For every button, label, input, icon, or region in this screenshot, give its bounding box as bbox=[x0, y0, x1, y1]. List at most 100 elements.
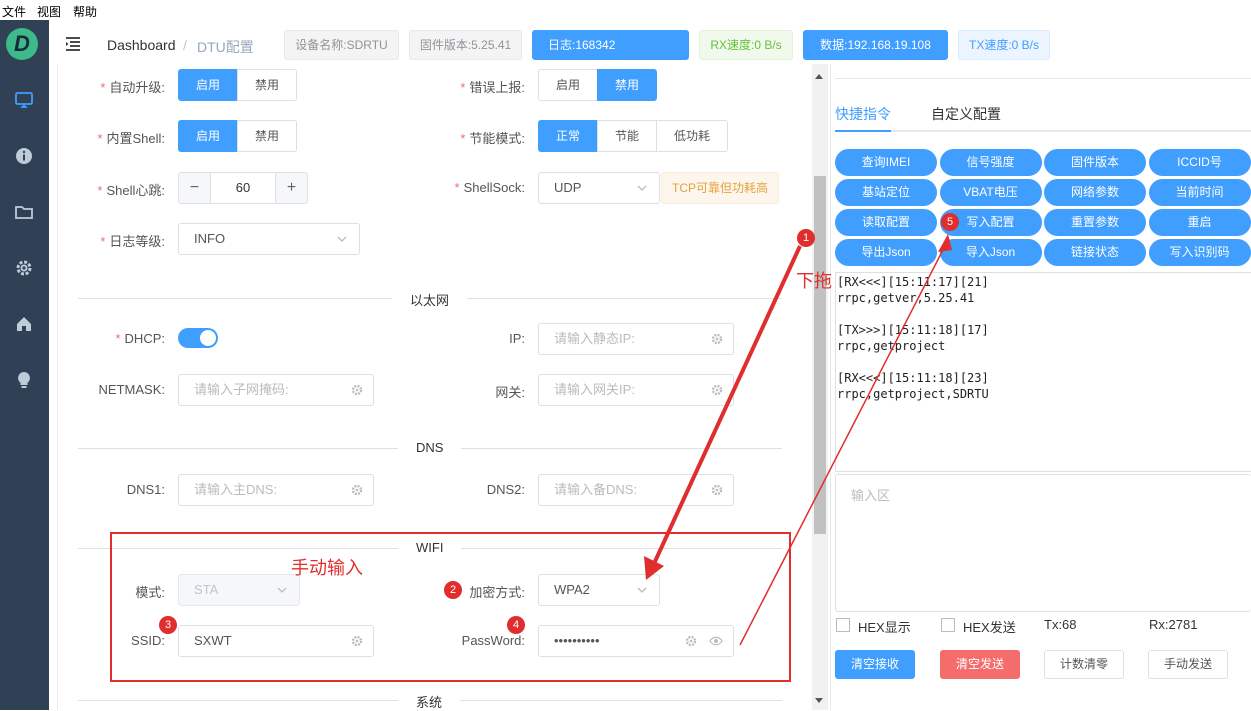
quick-command-button[interactable]: 写入识别码 bbox=[1148, 239, 1251, 266]
quick-command-button[interactable]: 查询IMEI bbox=[835, 149, 937, 176]
device-name-tag: 设备名称:SDRTU bbox=[284, 30, 399, 60]
shell-sock-label-text: ShellSock: bbox=[463, 180, 525, 195]
content-left-border bbox=[57, 64, 58, 710]
quick-command-button[interactable]: 信号强度 bbox=[939, 149, 1042, 176]
dns2-label: DNS2: bbox=[486, 482, 525, 497]
gateway-input[interactable]: 请输入网关IP: bbox=[538, 374, 734, 406]
menu-file[interactable]: 文件 bbox=[2, 3, 26, 20]
auto-upgrade-label-text: 自动升级: bbox=[109, 80, 165, 95]
wifi-highlight-box bbox=[110, 532, 791, 682]
log-level-label-text: 日志等级: bbox=[109, 234, 165, 249]
power-mode-low[interactable]: 低功耗 bbox=[656, 120, 729, 152]
auto-upgrade-disable[interactable]: 禁用 bbox=[237, 69, 298, 101]
data-address-tag: 数据:192.168.19.108 bbox=[803, 30, 948, 60]
quick-command-button[interactable]: 重置参数 bbox=[1044, 209, 1146, 236]
menu-toggle-icon[interactable] bbox=[64, 35, 82, 53]
netmask-input[interactable]: 请输入子网掩码: bbox=[178, 374, 374, 406]
reset-count-button[interactable]: 计数清零 bbox=[1044, 650, 1124, 679]
builtin-shell-enable[interactable]: 启用 bbox=[178, 120, 239, 152]
shell-heartbeat-label: * Shell心跳: bbox=[97, 183, 165, 198]
breadcrumb-home[interactable]: Dashboard bbox=[107, 37, 176, 53]
quick-command-button[interactable]: 导入Json bbox=[939, 239, 1042, 266]
ip-label: IP: bbox=[509, 331, 525, 346]
power-mode-normal[interactable]: 正常 bbox=[538, 120, 599, 152]
scrollbar-thumb[interactable] bbox=[814, 176, 826, 534]
gear-icon bbox=[711, 384, 723, 396]
tx-speed-tag: TX速度:0 B/s bbox=[958, 30, 1050, 60]
stepper-minus-button[interactable]: − bbox=[179, 173, 211, 203]
arrow-to-encryption bbox=[650, 245, 802, 569]
clear-receive-button[interactable]: 清空接收 bbox=[835, 650, 915, 679]
dns1-input[interactable]: 请输入主DNS: bbox=[178, 474, 374, 506]
step-badge-4: 4 bbox=[507, 616, 525, 634]
hex-send-checkbox[interactable] bbox=[941, 618, 955, 632]
breadcrumb-separator: / bbox=[183, 37, 187, 53]
dns1-placeholder: 请输入主DNS: bbox=[194, 482, 278, 497]
hex-show-label: HEX显示 bbox=[858, 620, 911, 635]
folder-icon[interactable] bbox=[14, 202, 34, 222]
tab-quick-commands[interactable]: 快捷指令 bbox=[835, 104, 891, 124]
quick-command-button[interactable]: 基站定位 bbox=[835, 179, 937, 206]
quick-command-button[interactable]: 链接状态 bbox=[1044, 239, 1146, 266]
shell-sock-label: * ShellSock: bbox=[454, 180, 525, 195]
quick-command-button[interactable]: 导出Json bbox=[835, 239, 937, 266]
menu-help[interactable]: 帮助 bbox=[73, 3, 97, 20]
manual-send-button[interactable]: 手动发送 bbox=[1148, 650, 1228, 679]
quick-command-button[interactable]: ICCID号 bbox=[1148, 149, 1251, 176]
quick-command-button[interactable]: 重启 bbox=[1148, 209, 1251, 236]
chevron-down-icon bbox=[337, 236, 347, 242]
builtin-shell-label: * 内置Shell: bbox=[97, 131, 165, 146]
ip-input[interactable]: 请输入静态IP: bbox=[538, 323, 734, 355]
log-level-value: INFO bbox=[194, 231, 226, 246]
menu-view[interactable]: 视图 bbox=[37, 3, 61, 20]
rx-count: Rx:2781 bbox=[1149, 617, 1198, 632]
home-icon[interactable] bbox=[14, 314, 34, 334]
tab-custom-config[interactable]: 自定义配置 bbox=[931, 104, 1001, 124]
hex-show-checkbox[interactable] bbox=[836, 618, 850, 632]
gear-icon bbox=[711, 484, 723, 496]
annotation-drag-down: 下拖 bbox=[796, 271, 832, 291]
step-badge-3: 3 bbox=[159, 616, 177, 634]
error-report-enable[interactable]: 启用 bbox=[538, 69, 599, 101]
log-tag-label: 日志:168342 bbox=[548, 38, 616, 52]
builtin-shell-radio: 启用 禁用 bbox=[178, 120, 298, 152]
dhcp-switch-knob bbox=[200, 330, 216, 346]
dhcp-label: * DHCP: bbox=[115, 331, 165, 346]
monitor-icon[interactable] bbox=[14, 90, 34, 110]
quick-command-button[interactable]: 读取配置 bbox=[835, 209, 937, 236]
quick-command-button[interactable]: 网络参数 bbox=[1044, 179, 1146, 206]
bulb-icon[interactable] bbox=[14, 370, 34, 390]
auto-upgrade-radio: 启用 禁用 bbox=[178, 69, 298, 101]
builtin-shell-disable[interactable]: 禁用 bbox=[237, 120, 298, 152]
error-report-disable[interactable]: 禁用 bbox=[597, 69, 658, 101]
clear-send-button[interactable]: 清空发送 bbox=[940, 650, 1020, 679]
shell-sock-select[interactable]: UDP bbox=[538, 172, 660, 204]
rx-speed-tag: RX速度:0 B/s bbox=[699, 30, 793, 60]
quick-command-button[interactable]: 固件版本 bbox=[1044, 149, 1146, 176]
log-line: [RX<<<][15:11:18][23] bbox=[837, 371, 989, 385]
dhcp-switch[interactable] bbox=[178, 328, 218, 348]
auto-upgrade-enable[interactable]: 启用 bbox=[178, 69, 239, 101]
receive-log[interactable]: [RX<<<][15:11:17][21] rrpc,getver,5.25.41… bbox=[835, 272, 1251, 472]
step-badge-1: 1 bbox=[797, 229, 815, 247]
form-scrollbar[interactable] bbox=[812, 64, 828, 710]
power-mode-save[interactable]: 节能 bbox=[597, 120, 658, 152]
gear-icon[interactable] bbox=[14, 258, 34, 278]
log-level-select[interactable]: INFO bbox=[178, 223, 360, 255]
gear-icon bbox=[711, 333, 723, 345]
quick-command-button[interactable]: 当前时间 bbox=[1148, 179, 1251, 206]
quick-command-button[interactable]: VBAT电压 bbox=[939, 179, 1042, 206]
stepper-plus-button[interactable]: + bbox=[275, 173, 307, 203]
shell-heartbeat-value[interactable]: 60 bbox=[211, 173, 275, 203]
info-icon[interactable] bbox=[14, 146, 34, 166]
log-line: [RX<<<][15:11:17][21] bbox=[837, 275, 989, 289]
error-report-label: * 错误上报: bbox=[460, 80, 525, 95]
scroll-down-arrow-icon[interactable] bbox=[815, 698, 823, 703]
log-line: rrpc,getver,5.25.41 bbox=[837, 291, 975, 305]
dns2-input[interactable]: 请输入备DNS: bbox=[538, 474, 734, 506]
power-mode-label: * 节能模式: bbox=[460, 131, 525, 146]
scroll-up-arrow-icon[interactable] bbox=[815, 74, 823, 79]
ethernet-title: 以太网 bbox=[392, 290, 468, 309]
send-input-area[interactable]: 输入区 bbox=[835, 474, 1251, 612]
dns1-label: DNS1: bbox=[126, 482, 165, 497]
